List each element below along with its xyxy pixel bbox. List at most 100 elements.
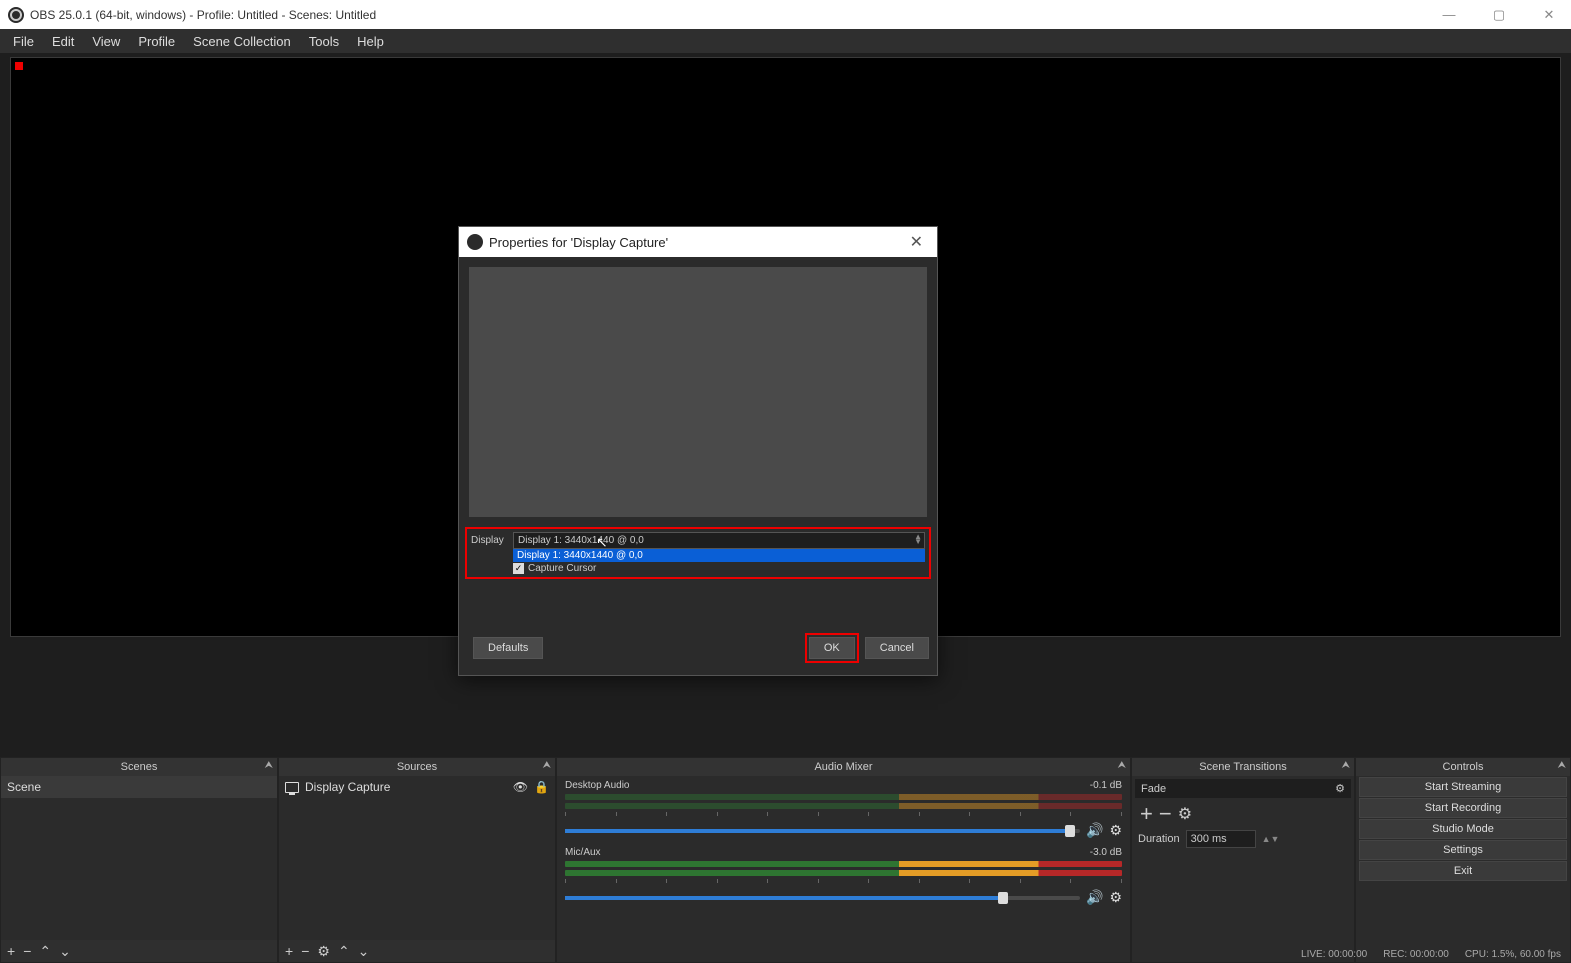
menu-tools[interactable]: Tools xyxy=(300,31,348,52)
track-settings-icon[interactable]: ⚙ xyxy=(1109,889,1122,906)
source-down-button[interactable]: ⌄ xyxy=(358,943,370,960)
scenes-panel: Scenes ⮝ Scene + − ⌃ ⌄ xyxy=(0,757,278,963)
track-name: Desktop Audio xyxy=(565,780,630,791)
remove-scene-button[interactable]: − xyxy=(23,943,31,959)
status-cpu: CPU: 1.5%, 60.00 fps xyxy=(1465,949,1561,960)
volume-slider[interactable] xyxy=(565,829,1080,833)
track-settings-icon[interactable]: ⚙ xyxy=(1109,822,1122,839)
exit-button[interactable]: Exit xyxy=(1359,861,1567,881)
dialog-preview xyxy=(469,267,927,517)
scene-up-button[interactable]: ⌃ xyxy=(39,943,51,960)
cancel-button[interactable]: Cancel xyxy=(865,637,929,659)
controls-header: Controls ⮝ xyxy=(1356,758,1570,776)
vu-meter xyxy=(565,870,1122,876)
display-dropdown-list: Display 1: 3440x1440 @ 0,0 xyxy=(513,549,925,562)
display-option[interactable]: Display 1: 3440x1440 @ 0,0 xyxy=(513,549,925,562)
meter-ticks xyxy=(565,812,1122,820)
source-up-button[interactable]: ⌃ xyxy=(338,943,350,960)
scene-item[interactable]: Scene xyxy=(1,776,277,798)
display-combobox[interactable]: Display 1: 3440x1440 @ 0,0 ▲▼ xyxy=(513,532,925,549)
capture-cursor-label: Capture Cursor xyxy=(528,563,596,574)
scenes-header: Scenes ⮝ xyxy=(1,758,277,776)
obs-logo-icon xyxy=(467,234,483,250)
display-icon xyxy=(285,782,299,793)
transition-settings-icon[interactable]: ⚙ xyxy=(1335,782,1345,795)
sources-header: Sources ⮝ xyxy=(279,758,555,776)
studio-mode-button[interactable]: Studio Mode xyxy=(1359,819,1567,839)
dialog-titlebar: Properties for 'Display Capture' ✕ xyxy=(459,227,937,257)
audio-mixer-panel: Audio Mixer ⮝ Desktop Audio -0.1 dB 🔊 ⚙ xyxy=(556,757,1131,963)
mixer-title: Audio Mixer xyxy=(814,761,872,773)
transitions-header: Scene Transitions ⮝ xyxy=(1132,758,1354,776)
status-live: LIVE: 00:00:00 xyxy=(1301,949,1367,960)
dock-panels: Scenes ⮝ Scene + − ⌃ ⌄ Sources ⮝ Display… xyxy=(0,757,1571,963)
vu-meter xyxy=(565,803,1122,809)
annotation-highlight: OK xyxy=(805,633,859,663)
menu-view[interactable]: View xyxy=(83,31,129,52)
defaults-button[interactable]: Defaults xyxy=(473,637,543,659)
controls-title: Controls xyxy=(1443,761,1484,773)
display-label: Display xyxy=(471,535,507,546)
remove-source-button[interactable]: − xyxy=(301,943,309,959)
mute-icon[interactable]: 🔊 xyxy=(1086,889,1103,906)
popout-icon[interactable]: ⮝ xyxy=(1118,760,1127,771)
mute-icon[interactable]: 🔊 xyxy=(1086,822,1103,839)
source-properties-button[interactable]: ⚙ xyxy=(317,943,330,960)
settings-button[interactable]: Settings xyxy=(1359,840,1567,860)
ok-button[interactable]: OK xyxy=(809,637,855,659)
scene-down-button[interactable]: ⌄ xyxy=(59,943,71,960)
menu-scene-collection[interactable]: Scene Collection xyxy=(184,31,300,52)
minimize-button[interactable]: — xyxy=(1435,7,1463,23)
maximize-button[interactable]: ▢ xyxy=(1485,7,1513,23)
vu-meter xyxy=(565,861,1122,867)
popout-icon[interactable]: ⮝ xyxy=(1342,760,1351,771)
window-controls: — ▢ ✕ xyxy=(1435,7,1563,23)
menu-profile[interactable]: Profile xyxy=(129,31,184,52)
menu-bar: File Edit View Profile Scene Collection … xyxy=(0,29,1571,53)
menu-file[interactable]: File xyxy=(4,31,43,52)
capture-cursor-checkbox[interactable]: ✓ xyxy=(513,563,524,574)
remove-transition-button[interactable]: − xyxy=(1159,801,1172,827)
transition-select[interactable]: Fade ⚙ xyxy=(1135,779,1351,798)
popout-icon[interactable]: ⮝ xyxy=(265,760,274,771)
track-name: Mic/Aux xyxy=(565,847,601,858)
lock-icon[interactable]: 🔒 xyxy=(534,780,549,794)
transitions-title: Scene Transitions xyxy=(1199,761,1286,773)
controls-panel: Controls ⮝ Start Streaming Start Recordi… xyxy=(1355,757,1571,963)
scenes-toolbar: + − ⌃ ⌄ xyxy=(1,940,277,962)
popout-icon[interactable]: ⮝ xyxy=(1558,760,1567,771)
duration-input[interactable] xyxy=(1186,830,1256,848)
transition-settings-icon[interactable]: ⚙ xyxy=(1178,804,1192,824)
vu-meter xyxy=(565,794,1122,800)
popout-icon[interactable]: ⮝ xyxy=(543,760,552,771)
source-item-label: Display Capture xyxy=(305,780,390,794)
visibility-icon[interactable]: 👁 xyxy=(513,780,528,794)
menu-help[interactable]: Help xyxy=(348,31,393,52)
status-rec: REC: 00:00:00 xyxy=(1383,949,1449,960)
duration-label: Duration xyxy=(1138,833,1180,845)
combo-arrows-icon: ▲▼ xyxy=(914,534,922,544)
add-scene-button[interactable]: + xyxy=(7,943,15,959)
sources-title: Sources xyxy=(397,761,437,773)
sources-panel: Sources ⮝ Display Capture 👁 🔒 + − ⚙ ⌃ ⌄ xyxy=(278,757,556,963)
mixer-body: Desktop Audio -0.1 dB 🔊 ⚙ Mic/Aux -3.0 d… xyxy=(557,776,1130,962)
obs-logo-icon xyxy=(8,7,24,23)
start-recording-button[interactable]: Start Recording xyxy=(1359,798,1567,818)
duration-stepper[interactable]: ▲▼ xyxy=(1262,834,1280,844)
add-source-button[interactable]: + xyxy=(285,943,293,959)
source-handle-icon[interactable] xyxy=(15,62,23,70)
mixer-header: Audio Mixer ⮝ xyxy=(557,758,1130,776)
add-transition-button[interactable]: + xyxy=(1140,801,1153,827)
dialog-close-button[interactable]: ✕ xyxy=(904,232,929,252)
scenes-title: Scenes xyxy=(121,761,158,773)
annotation-highlight: Display Display 1: 3440x1440 @ 0,0 ▲▼ Di… xyxy=(465,527,931,579)
properties-dialog: Properties for 'Display Capture' ✕ Displ… xyxy=(458,226,938,676)
source-item[interactable]: Display Capture 👁 🔒 xyxy=(279,776,555,798)
transitions-panel: Scene Transitions ⮝ Fade ⚙ + − ⚙ Duratio… xyxy=(1131,757,1355,963)
window-title: OBS 25.0.1 (64-bit, windows) - Profile: … xyxy=(30,8,376,22)
menu-edit[interactable]: Edit xyxy=(43,31,83,52)
close-button[interactable]: ✕ xyxy=(1535,7,1563,23)
start-streaming-button[interactable]: Start Streaming xyxy=(1359,777,1567,797)
volume-slider[interactable] xyxy=(565,896,1080,900)
sources-toolbar: + − ⚙ ⌃ ⌄ xyxy=(279,940,555,962)
